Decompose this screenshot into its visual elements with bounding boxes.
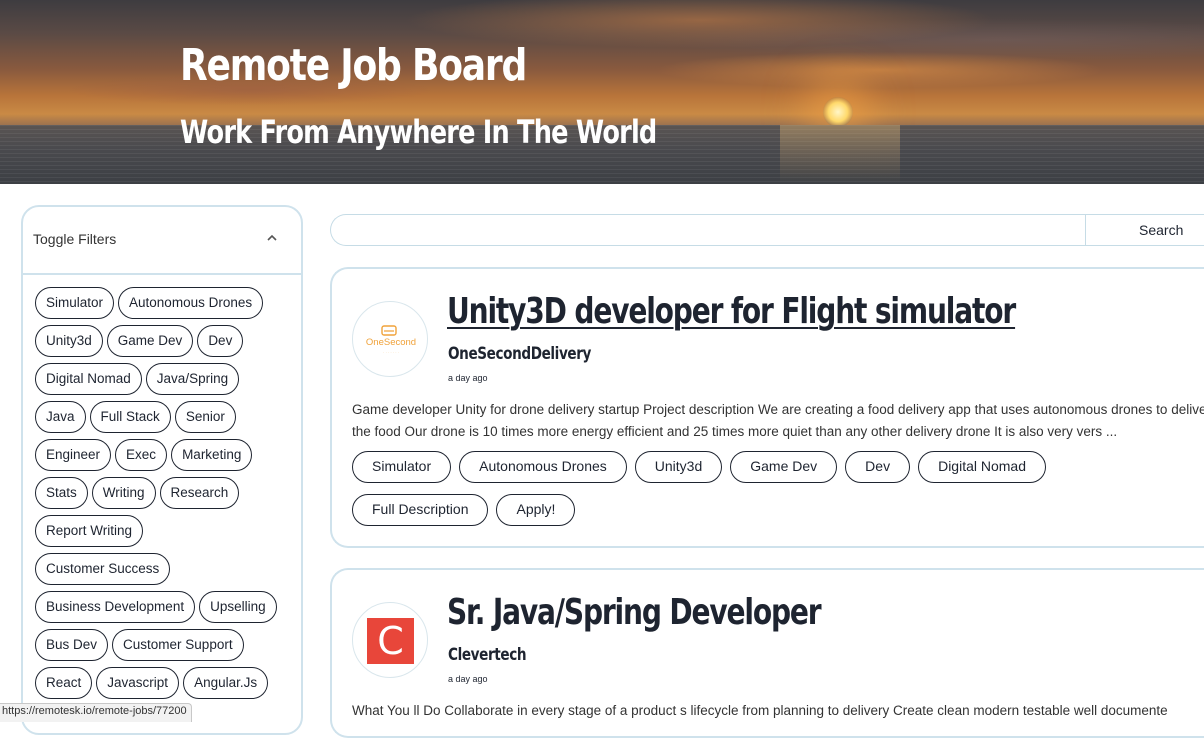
- search-input[interactable]: [343, 219, 1077, 243]
- logo-tagline: · · · · · · ·: [383, 350, 399, 355]
- job-tag[interactable]: Unity3d: [634, 451, 723, 483]
- filter-tag[interactable]: Senior: [174, 401, 236, 433]
- filter-tag[interactable]: Research: [159, 477, 240, 509]
- filter-tag[interactable]: Customer Success: [35, 553, 171, 585]
- filter-tag[interactable]: Autonomous Drones: [118, 287, 264, 319]
- filter-tag[interactable]: Report Writing: [35, 515, 144, 547]
- full-description-button[interactable]: Full Description: [352, 494, 489, 526]
- job-card: C Sr. Java/Spring Developer Clevertech a…: [330, 568, 1204, 738]
- filter-tag[interactable]: Marketing: [171, 439, 253, 471]
- company-name: OneSecondDelivery: [448, 344, 592, 364]
- filter-tag[interactable]: Engineer: [35, 439, 112, 471]
- search-bar: Search: [330, 213, 1204, 246]
- filter-tag[interactable]: Exec: [115, 439, 168, 471]
- filter-tag[interactable]: Customer Support: [112, 629, 244, 661]
- filter-tag[interactable]: Unity3d: [35, 325, 103, 357]
- company-logo: C: [352, 602, 428, 678]
- filter-tag[interactable]: Business Development: [35, 591, 196, 623]
- filter-tag[interactable]: Writing: [91, 477, 156, 509]
- company-logo: OneSecond · · · · · · ·: [352, 301, 428, 377]
- search-button[interactable]: Search: [1085, 213, 1204, 246]
- logo-wordmark: OneSecond: [366, 337, 416, 348]
- filter-tag[interactable]: Java: [35, 401, 86, 433]
- job-tag[interactable]: Autonomous Drones: [459, 451, 627, 483]
- job-title-link[interactable]: Unity3D developer for Flight simulator: [447, 291, 1016, 332]
- filter-tag[interactable]: React: [35, 667, 93, 699]
- job-tag[interactable]: Game Dev: [730, 451, 838, 483]
- filter-tag[interactable]: Simulator: [35, 287, 115, 319]
- apply-button[interactable]: Apply!: [496, 494, 576, 526]
- company-name: Clevertech: [448, 645, 527, 665]
- hero-banner: Remote Job Board Work From Anywhere In T…: [0, 0, 1204, 184]
- status-bar-url: https://remotesk.io/remote-jobs/77200: [0, 703, 192, 722]
- filter-tag-list: Simulator Autonomous Drones Unity3d Game D…: [23, 275, 301, 705]
- logo-letter: C: [377, 619, 404, 663]
- toggle-filters-label: Toggle Filters: [33, 231, 117, 247]
- job-card: OneSecond · · · · · · · Unity3D develope…: [330, 267, 1204, 548]
- filter-tag[interactable]: Bus Dev: [35, 629, 109, 661]
- job-tag[interactable]: Digital Nomad: [918, 451, 1047, 483]
- filter-tag[interactable]: Digital Nomad: [35, 363, 142, 395]
- filter-tag[interactable]: Stats: [35, 477, 88, 509]
- hero-sun: [823, 97, 853, 127]
- filter-tag[interactable]: Dev: [197, 325, 244, 357]
- site-title: Remote Job Board: [180, 40, 527, 91]
- job-description: What You ll Do Collaborate in every stag…: [352, 703, 1168, 718]
- chevron-up-icon[interactable]: [267, 233, 277, 243]
- filter-tag[interactable]: Java/Spring: [145, 363, 240, 395]
- job-tag-list: Simulator Autonomous Drones Unity3d Game De…: [352, 451, 1054, 483]
- site-subtitle: Work From Anywhere In The World: [180, 113, 657, 151]
- filter-tag[interactable]: Upselling: [199, 591, 277, 623]
- posted-time: a day ago: [448, 373, 488, 383]
- onesecond-logo-icon: OneSecond · · · · · · ·: [366, 325, 416, 355]
- filter-tag[interactable]: Game Dev: [106, 325, 194, 357]
- posted-time: a day ago: [448, 674, 488, 684]
- job-tag[interactable]: Simulator: [352, 451, 452, 483]
- filter-tag[interactable]: Javascript: [96, 667, 180, 699]
- clevertech-logo-icon: C: [367, 618, 414, 664]
- job-actions: Full Description Apply!: [352, 494, 583, 526]
- filter-panel: Toggle Filters Simulator Autonomous Drone…: [21, 205, 303, 735]
- job-title-link[interactable]: Sr. Java/Spring Developer: [447, 592, 822, 633]
- filter-tag[interactable]: Full Stack: [89, 401, 171, 433]
- toggle-filters-header[interactable]: Toggle Filters: [23, 207, 301, 275]
- job-tag[interactable]: Dev: [845, 451, 911, 483]
- filter-tag[interactable]: Angular.Js: [183, 667, 269, 699]
- job-description: Game developer Unity for drone delivery …: [352, 402, 1204, 439]
